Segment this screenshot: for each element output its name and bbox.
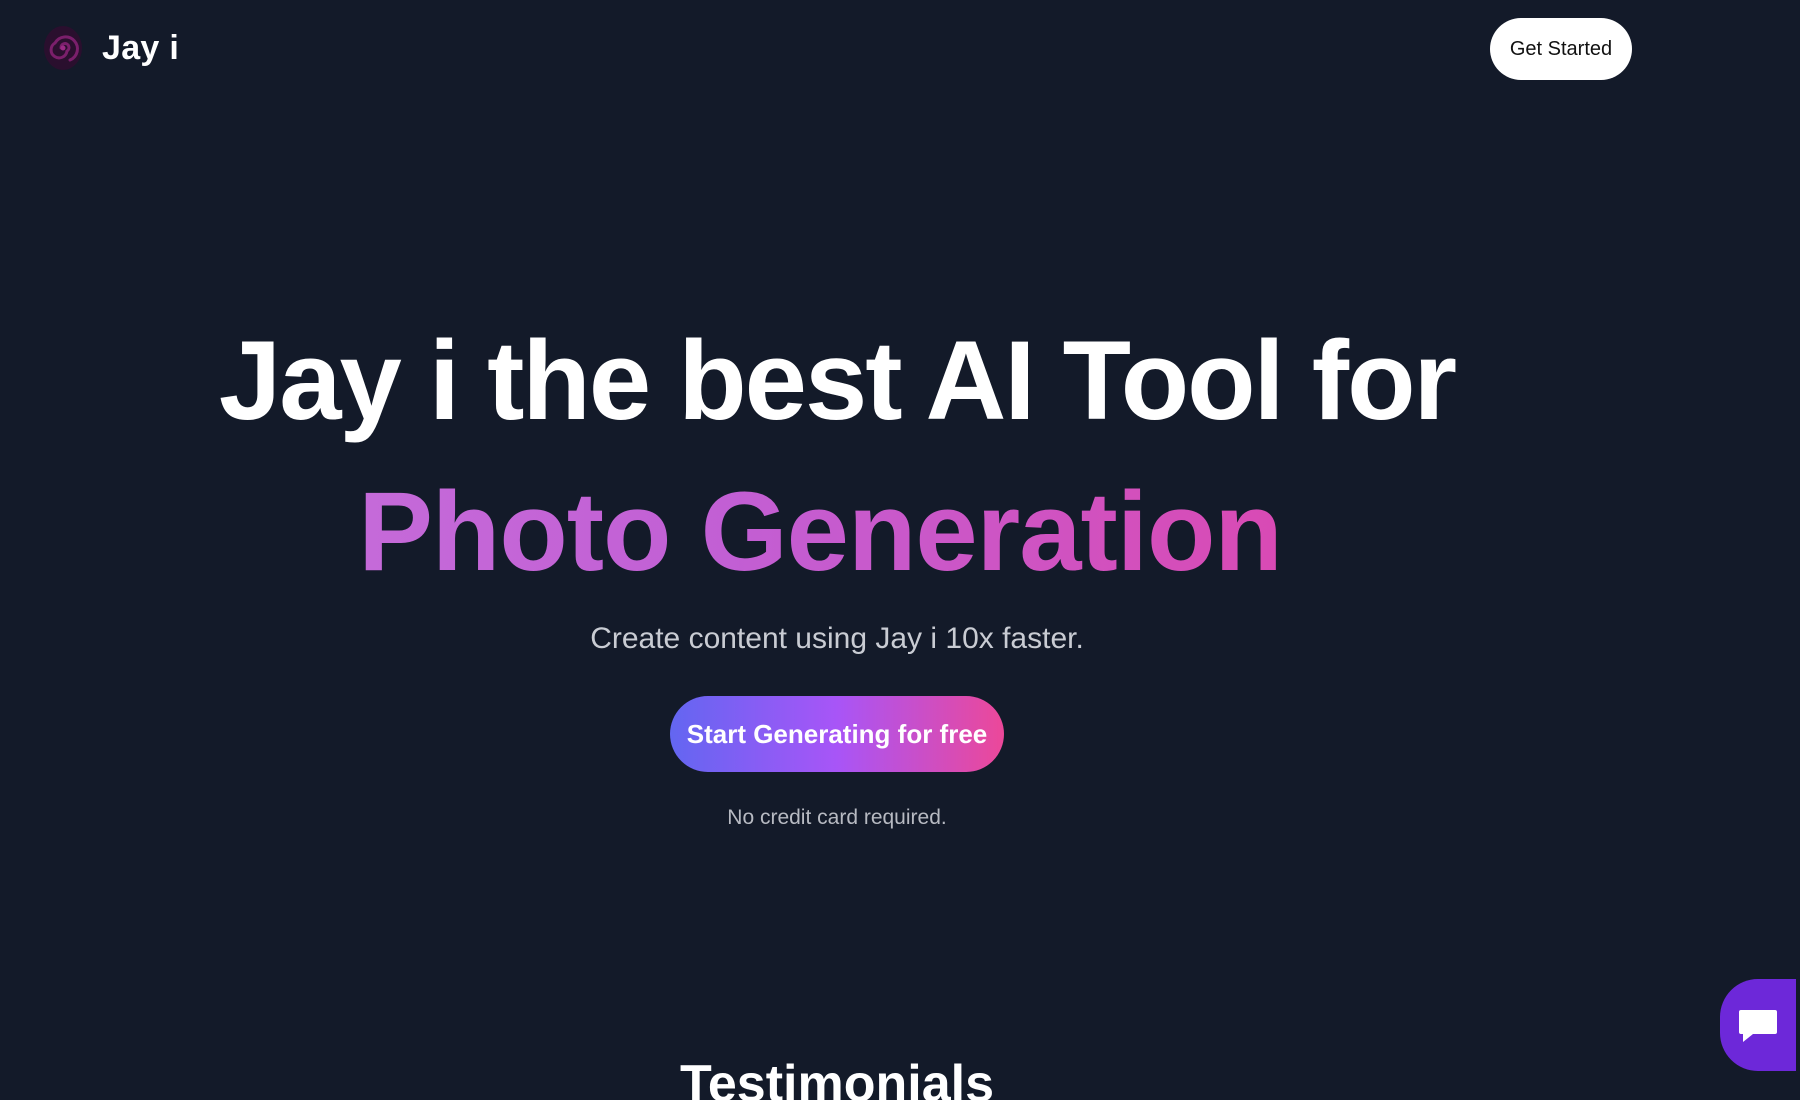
- chat-bubble-icon: [1739, 1010, 1777, 1042]
- get-started-button[interactable]: Get Started: [1490, 18, 1632, 80]
- hero-highlight-text: Photo Generation: [358, 469, 1283, 594]
- hero-title: Jay i the best AI Tool for: [218, 318, 1457, 443]
- brand-logo-link[interactable]: Jay i: [42, 24, 179, 72]
- no-credit-card-note: No credit card required.: [727, 806, 947, 829]
- brand-name: Jay i: [102, 29, 180, 67]
- chat-widget-button[interactable]: [1720, 979, 1796, 1071]
- spiral-logo-icon: [44, 26, 82, 70]
- hero-highlight-title: Photo Generation: [0, 470, 1640, 593]
- start-generating-button[interactable]: Start Generating for free: [670, 696, 1004, 772]
- testimonials-heading: Testimonials: [679, 1055, 994, 1100]
- landing-page: Jay i Get Started Jay i the best AI Tool…: [0, 0, 1800, 1100]
- hero-subtitle: Create content using Jay i 10x faster.: [590, 622, 1084, 655]
